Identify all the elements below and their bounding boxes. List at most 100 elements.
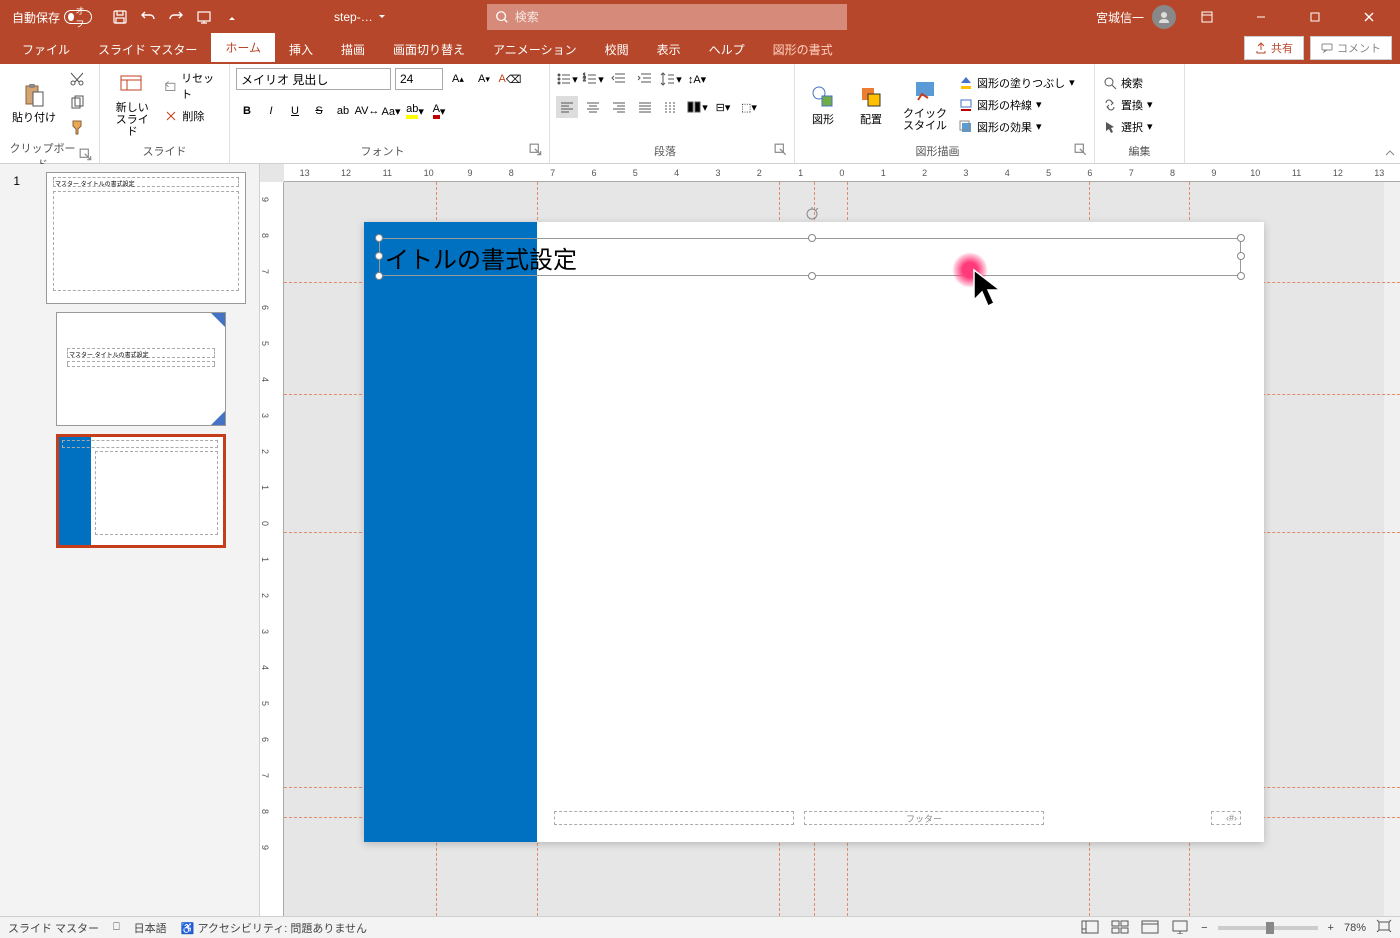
tab-view[interactable]: 表示	[643, 35, 695, 64]
search-box[interactable]	[487, 4, 847, 30]
text-direction-button[interactable]: ↕A▾	[686, 68, 708, 90]
selection-handle[interactable]	[808, 234, 816, 242]
undo-button[interactable]	[136, 5, 160, 29]
font-size-input[interactable]	[395, 68, 443, 90]
tab-draw[interactable]: 描画	[327, 35, 379, 64]
ribbon-display-button[interactable]	[1184, 2, 1230, 32]
tab-animations[interactable]: アニメーション	[479, 35, 591, 64]
maximize-button[interactable]	[1292, 2, 1338, 32]
date-placeholder[interactable]	[554, 811, 794, 825]
zoom-slider-thumb[interactable]	[1266, 922, 1274, 934]
layout-thumbnail-1[interactable]: マスター タイトルの書式設定	[56, 312, 226, 426]
align-left-button[interactable]	[556, 96, 578, 118]
select-button[interactable]: 選択 ▾	[1101, 117, 1178, 137]
copy-button[interactable]	[66, 92, 88, 114]
align-center-button[interactable]	[582, 96, 604, 118]
rotation-handle[interactable]	[804, 206, 820, 222]
share-button[interactable]: 共有	[1244, 36, 1304, 60]
selection-handle[interactable]	[808, 272, 816, 280]
redo-button[interactable]	[164, 5, 188, 29]
selection-handle[interactable]	[1237, 272, 1245, 280]
zoom-slider[interactable]	[1218, 926, 1318, 930]
reset-button[interactable]: リセット	[162, 68, 223, 104]
drawing-launcher[interactable]	[1074, 143, 1088, 157]
thumbnail-panel[interactable]: 1 マスター タイトルの書式設定 マスター タイトルの書式設定	[0, 164, 260, 916]
reading-view-button[interactable]	[1141, 920, 1161, 936]
slideshow-button[interactable]	[192, 5, 216, 29]
horizontal-ruler[interactable]: 13121110987654321012345678910111213	[284, 164, 1400, 182]
vertical-ruler[interactable]: 9876543210123456789	[260, 182, 284, 916]
underline-button[interactable]: U	[284, 100, 306, 122]
replace-button[interactable]: 置換 ▾	[1101, 95, 1178, 115]
filename-dropdown-icon[interactable]	[377, 12, 387, 22]
strikethrough-button[interactable]: S	[308, 100, 330, 122]
line-spacing-button[interactable]: ▾	[660, 68, 682, 90]
collapse-ribbon-button[interactable]	[1384, 147, 1396, 159]
font-launcher[interactable]	[529, 143, 543, 157]
normal-view-button[interactable]	[1081, 920, 1101, 936]
smartart-button[interactable]: ⬚▾	[738, 96, 760, 118]
tab-slide-master[interactable]: スライド マスター	[84, 35, 211, 64]
bold-button[interactable]: B	[236, 100, 258, 122]
slideshow-view-button[interactable]	[1171, 920, 1191, 936]
format-painter-button[interactable]	[66, 116, 88, 138]
save-button[interactable]	[108, 5, 132, 29]
arrange-button[interactable]: 配置	[849, 68, 893, 141]
tab-file[interactable]: ファイル	[8, 35, 84, 64]
paragraph-launcher[interactable]	[774, 143, 788, 157]
change-case-button[interactable]: Aa▾	[380, 100, 402, 122]
tab-insert[interactable]: 挿入	[275, 35, 327, 64]
autosave-toggle[interactable]: 自動保存 オフ	[4, 9, 100, 26]
tab-help[interactable]: ヘルプ	[695, 35, 759, 64]
quick-styles-button[interactable]: クイック スタイル	[897, 68, 953, 141]
footer-placeholder[interactable]: フッター	[804, 811, 1044, 825]
accessibility-status[interactable]: ♿ アクセシビリティ: 問題ありません	[181, 920, 367, 936]
minimize-button[interactable]	[1238, 2, 1284, 32]
canvas-area[interactable]: イトルの書式設定 フッター ‹#›	[284, 182, 1400, 916]
slide-canvas[interactable]: イトルの書式設定 フッター ‹#›	[364, 222, 1264, 842]
italic-button[interactable]: I	[260, 100, 282, 122]
decrease-font-button[interactable]: A▾	[473, 68, 495, 90]
shape-effects-button[interactable]: 図形の効果 ▾	[957, 117, 1077, 137]
comment-button[interactable]: コメント	[1310, 36, 1392, 60]
shadow-button[interactable]: ab	[332, 100, 354, 122]
tab-shape-format[interactable]: 図形の書式	[759, 35, 847, 64]
selection-handle[interactable]	[1237, 252, 1245, 260]
blue-rectangle-shape[interactable]	[364, 222, 537, 842]
paste-button[interactable]: 貼り付け	[6, 68, 62, 138]
shape-outline-button[interactable]: 図形の枠線 ▾	[957, 95, 1077, 115]
bullets-button[interactable]: ▾	[556, 68, 578, 90]
sorter-view-button[interactable]	[1111, 920, 1131, 936]
char-spacing-button[interactable]: AV↔	[356, 100, 378, 122]
selection-handle[interactable]	[1237, 234, 1245, 242]
search-input[interactable]	[515, 10, 839, 24]
decrease-indent-button[interactable]	[608, 68, 630, 90]
distribute-button[interactable]	[660, 96, 682, 118]
tab-transitions[interactable]: 画面切り替え	[379, 35, 479, 64]
tab-review[interactable]: 校閲	[591, 35, 643, 64]
master-thumbnail[interactable]: マスター タイトルの書式設定	[46, 172, 246, 304]
close-window-button[interactable]	[1346, 2, 1392, 32]
increase-font-button[interactable]: A▴	[447, 68, 469, 90]
delete-button[interactable]: 削除	[162, 106, 223, 126]
clipboard-launcher[interactable]	[79, 148, 93, 162]
fit-to-window-button[interactable]	[1376, 919, 1392, 936]
title-placeholder[interactable]: イトルの書式設定	[379, 238, 1241, 276]
new-slide-button[interactable]: 新しい スライド	[106, 68, 158, 141]
clear-format-button[interactable]: A⌫	[499, 68, 521, 90]
font-color-button[interactable]: A▾	[428, 100, 450, 122]
columns-button[interactable]: ▾	[686, 96, 708, 118]
tab-home[interactable]: ホーム	[211, 33, 275, 64]
selection-handle[interactable]	[375, 272, 383, 280]
font-name-input[interactable]	[236, 68, 391, 90]
justify-button[interactable]	[634, 96, 656, 118]
zoom-in-button[interactable]: +	[1328, 922, 1334, 934]
align-right-button[interactable]	[608, 96, 630, 118]
selection-handle[interactable]	[375, 234, 383, 242]
shapes-button[interactable]: 図形	[801, 68, 845, 141]
selection-handle[interactable]	[375, 252, 383, 260]
zoom-out-button[interactable]: −	[1201, 922, 1207, 934]
shape-fill-button[interactable]: 図形の塗りつぶし ▾	[957, 73, 1077, 93]
highlight-button[interactable]: ab▾	[404, 100, 426, 122]
language-label[interactable]: 日本語	[134, 920, 167, 936]
